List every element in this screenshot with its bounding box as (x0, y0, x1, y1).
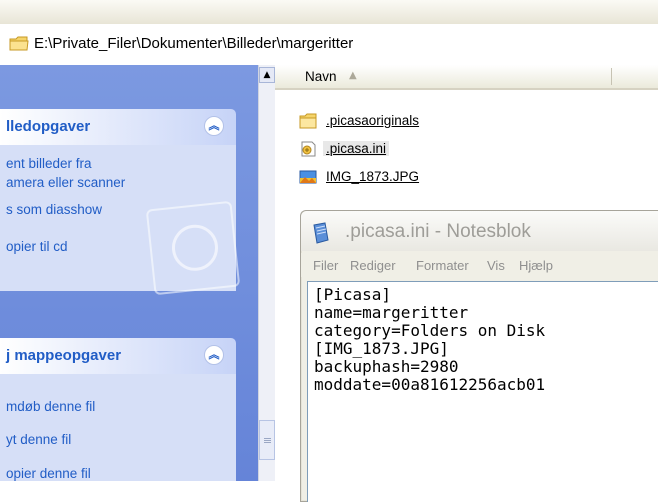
menu-help[interactable]: Hjælp (519, 258, 553, 273)
task-pane-scrollbar[interactable]: ▲ (258, 65, 276, 481)
notepad-menubar: Filer Rediger Formater Vis Hjælp (301, 253, 658, 277)
task-item[interactable]: ent billeder fra (6, 156, 92, 171)
folder-icon (299, 113, 317, 129)
notepad-title: .picasa.ini - Notesblok (345, 221, 531, 242)
toolbar-button[interactable] (0, 0, 95, 24)
chevron-up-icon[interactable]: ︽ (204, 116, 224, 136)
picture-tasks-title: lledopgaver (6, 118, 91, 135)
image-file-icon (299, 170, 317, 184)
toolbar-button[interactable] (94, 0, 245, 24)
notepad-text-area[interactable]: [Picasa] name=margeritter category=Folde… (307, 281, 658, 502)
task-item[interactable]: amera eller scanner (6, 175, 125, 190)
chevron-up-icon[interactable]: ︽ (204, 345, 224, 365)
scroll-up-arrow-icon[interactable]: ▲ (259, 67, 275, 83)
text-line: name=margeritter (314, 303, 469, 322)
folder-icon (9, 36, 29, 51)
ini-file-icon (301, 141, 316, 157)
text-line: [IMG_1873.JPG] (314, 339, 449, 358)
picture-tasks-body: ent billeder fra amera eller scanner s s… (0, 145, 241, 296)
column-header-label: Navn (305, 69, 337, 84)
task-item[interactable]: yt denne fil (6, 432, 71, 447)
sort-ascending-icon: ▲ (349, 70, 357, 81)
menu-view[interactable]: Vis (487, 258, 505, 273)
file-tasks-title: j mappeopgaver (6, 347, 122, 364)
toolbar (0, 0, 658, 25)
address-path[interactable]: E:\Private_Filer\Dokumenter\Billeder\mar… (34, 35, 353, 52)
task-item[interactable]: mdøb denne fil (6, 399, 95, 414)
text-line: category=Folders on Disk (314, 321, 546, 340)
file-tasks-body: mdøb denne fil yt denne fil opier denne … (0, 374, 236, 481)
file-tasks-header[interactable]: j mappeopgaver ︽ (0, 338, 236, 374)
text-line: [Picasa] (314, 285, 392, 304)
task-pane: lledopgaver ︽ ent billeder fra amera ell… (0, 65, 258, 481)
file-name: IMG_1873.JPG (326, 169, 420, 184)
camera-watermark-icon (145, 200, 241, 296)
scrollbar-thumb[interactable] (259, 420, 275, 460)
picture-tasks-header[interactable]: lledopgaver ︽ (0, 109, 236, 145)
menu-edit[interactable]: Rediger (350, 258, 396, 273)
text-line: backuphash=2980 (314, 357, 459, 376)
menu-format[interactable]: Formater (416, 258, 469, 273)
notepad-icon (313, 222, 329, 244)
text-line: moddate=00a81612256acb01 (314, 375, 546, 394)
toolbar-button[interactable] (244, 0, 515, 24)
column-divider[interactable] (611, 68, 612, 85)
address-bar[interactable]: E:\Private_Filer\Dokumenter\Billeder\mar… (0, 24, 658, 66)
menu-file[interactable]: Filer (313, 258, 338, 273)
task-item[interactable]: opier denne fil (6, 466, 91, 481)
task-item[interactable]: s som diasshow (6, 202, 102, 217)
file-name: .picasa.ini (323, 141, 390, 156)
notepad-title-bar[interactable]: .picasa.ini - Notesblok (301, 211, 658, 251)
column-header-name[interactable]: Navn ▲ (275, 65, 658, 90)
file-name: .picasaoriginals (326, 113, 420, 128)
notepad-window[interactable]: .picasa.ini - Notesblok Filer Rediger Fo… (300, 210, 658, 502)
toolbar-button[interactable] (514, 0, 658, 24)
task-item[interactable]: opier til cd (6, 239, 68, 254)
